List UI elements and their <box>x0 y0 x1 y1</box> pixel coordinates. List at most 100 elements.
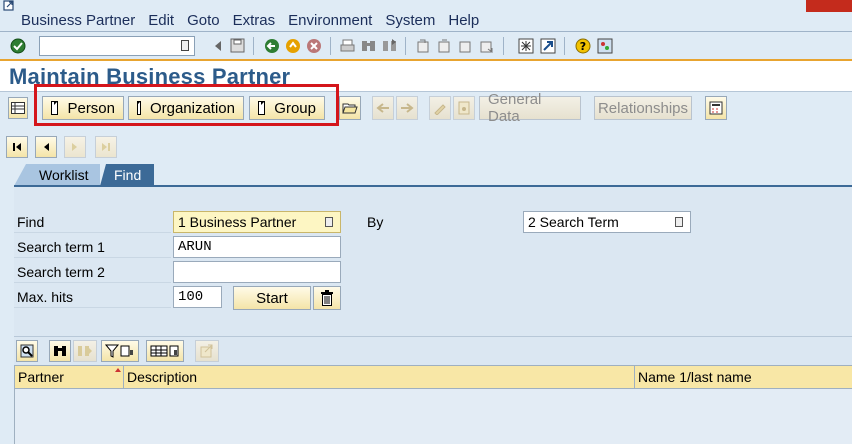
open-folder-button[interactable] <box>339 96 361 120</box>
export-icon <box>200 344 213 358</box>
menu-items: Business Partner Edit Goto Extras Enviro… <box>21 12 492 29</box>
menu-edit[interactable]: Edit <box>148 12 174 29</box>
cancel-icon[interactable] <box>305 37 322 54</box>
divider <box>14 336 852 337</box>
previous-icon <box>44 143 49 151</box>
max-hits-value: 100 <box>178 289 204 305</box>
menu-extras[interactable]: Extras <box>233 12 276 29</box>
grid-find-button[interactable] <box>49 340 71 362</box>
by-label: By <box>367 214 384 230</box>
relationships-button[interactable]: Relationships <box>594 96 692 120</box>
customize-layout-icon[interactable] <box>596 37 613 54</box>
command-field[interactable] <box>39 36 195 56</box>
create-session-icon[interactable] <box>517 37 534 54</box>
first-icon <box>13 143 21 151</box>
folder-open-icon <box>342 103 358 114</box>
find-label: Find <box>17 214 45 230</box>
dropdown-icon[interactable] <box>325 217 333 227</box>
highlight-box <box>34 84 339 126</box>
next-page-icon[interactable] <box>457 37 474 54</box>
search-term-1-label: Search term 1 <box>17 239 105 255</box>
search-term-1-value: ARUN <box>178 239 212 255</box>
start-button[interactable]: Start <box>233 286 311 310</box>
column-header-name[interactable]: Name 1/last name <box>635 366 852 388</box>
window-close-button[interactable] <box>806 0 852 12</box>
find-next-icon[interactable] <box>381 37 398 54</box>
last-entry-button[interactable] <box>95 136 117 158</box>
enter-icon[interactable] <box>9 37 26 54</box>
menu-goto[interactable]: Goto <box>187 12 220 29</box>
menu-bar: Business Partner Edit Goto Extras Enviro… <box>0 0 852 30</box>
sort-indicator-icon <box>115 368 121 372</box>
menu-environment[interactable]: Environment <box>288 12 372 29</box>
print-icon[interactable] <box>339 37 356 54</box>
next-icon <box>72 143 77 151</box>
next-entry-button[interactable] <box>64 136 86 158</box>
layout-icon <box>150 345 179 357</box>
menu-system[interactable]: System <box>385 12 435 29</box>
search-term-2-input[interactable] <box>173 261 341 283</box>
tab-find-label: Find <box>114 167 142 183</box>
arrow-left-icon <box>376 103 389 113</box>
filter-icon <box>105 344 133 358</box>
search-term-1-input[interactable]: ARUN <box>173 236 341 258</box>
column-header-partner[interactable]: Partner <box>15 366 124 388</box>
previous-page-icon[interactable] <box>436 37 453 54</box>
calculator-icon <box>709 101 723 115</box>
search-term-2-label: Search term 2 <box>17 264 105 280</box>
menu-business-partner[interactable]: Business Partner <box>21 12 135 29</box>
pencil-icon <box>434 104 446 115</box>
find-select-value: 1 Business Partner <box>178 214 297 230</box>
relationships-button-label: Relationships <box>597 99 689 117</box>
details-button[interactable] <box>16 340 38 362</box>
back-triangle-icon[interactable] <box>209 37 226 54</box>
column-description-label: Description <box>127 369 198 385</box>
previous-button[interactable] <box>372 96 394 120</box>
max-hits-label: Max. hits <box>17 289 74 305</box>
magnifier-icon <box>20 344 34 358</box>
column-header-description[interactable]: Description <box>124 366 635 388</box>
dropdown-icon[interactable] <box>675 217 683 227</box>
layout-button[interactable] <box>146 340 184 362</box>
standard-toolbar: ? <box>0 31 852 61</box>
find-select[interactable]: 1 Business Partner <box>173 211 341 233</box>
next-button[interactable] <box>396 96 418 120</box>
back-icon[interactable] <box>263 37 280 54</box>
tab-worklist[interactable]: Worklist <box>14 164 100 186</box>
last-icon <box>102 143 110 151</box>
menu-corner-icon[interactable] <box>3 0 15 12</box>
column-partner-label: Partner <box>18 369 64 385</box>
find-icon[interactable] <box>360 37 377 54</box>
settings-button[interactable] <box>705 96 727 120</box>
delete-button[interactable] <box>313 286 341 310</box>
export-button[interactable] <box>195 340 219 362</box>
by-select-value: 2 Search Term <box>528 214 619 230</box>
grid-header: Partner Description Name 1/last name <box>15 365 852 389</box>
toggle-locator-button[interactable] <box>8 97 28 119</box>
previous-entry-button[interactable] <box>35 136 57 158</box>
help-icon[interactable]: ? <box>574 37 591 54</box>
general-data-button[interactable]: General Data <box>479 91 581 125</box>
max-hits-input[interactable]: 100 <box>173 286 222 308</box>
filter-button[interactable] <box>101 340 139 362</box>
tab-worklist-label: Worklist <box>39 167 89 183</box>
command-dropdown-icon[interactable] <box>181 40 189 51</box>
switch-display-change-button[interactable] <box>429 96 451 120</box>
by-select[interactable]: 2 Search Term <box>523 211 691 233</box>
last-page-icon[interactable] <box>478 37 495 54</box>
column-name-label: Name 1/last name <box>638 369 752 385</box>
binoculars-next-icon <box>78 346 92 356</box>
find-next-button[interactable] <box>73 340 97 362</box>
menu-help[interactable]: Help <box>448 12 479 29</box>
exit-icon[interactable] <box>284 37 301 54</box>
trash-icon <box>321 290 333 306</box>
results-grid: Partner Description Name 1/last name <box>14 365 852 444</box>
first-entry-button[interactable] <box>6 136 28 158</box>
arrow-right-icon <box>401 103 414 113</box>
tab-find[interactable]: Find <box>100 164 154 186</box>
other-button[interactable] <box>453 96 475 120</box>
shortcut-icon[interactable] <box>539 37 556 54</box>
save-icon[interactable] <box>229 37 246 54</box>
first-page-icon[interactable] <box>415 37 432 54</box>
binoculars-icon <box>54 346 66 356</box>
